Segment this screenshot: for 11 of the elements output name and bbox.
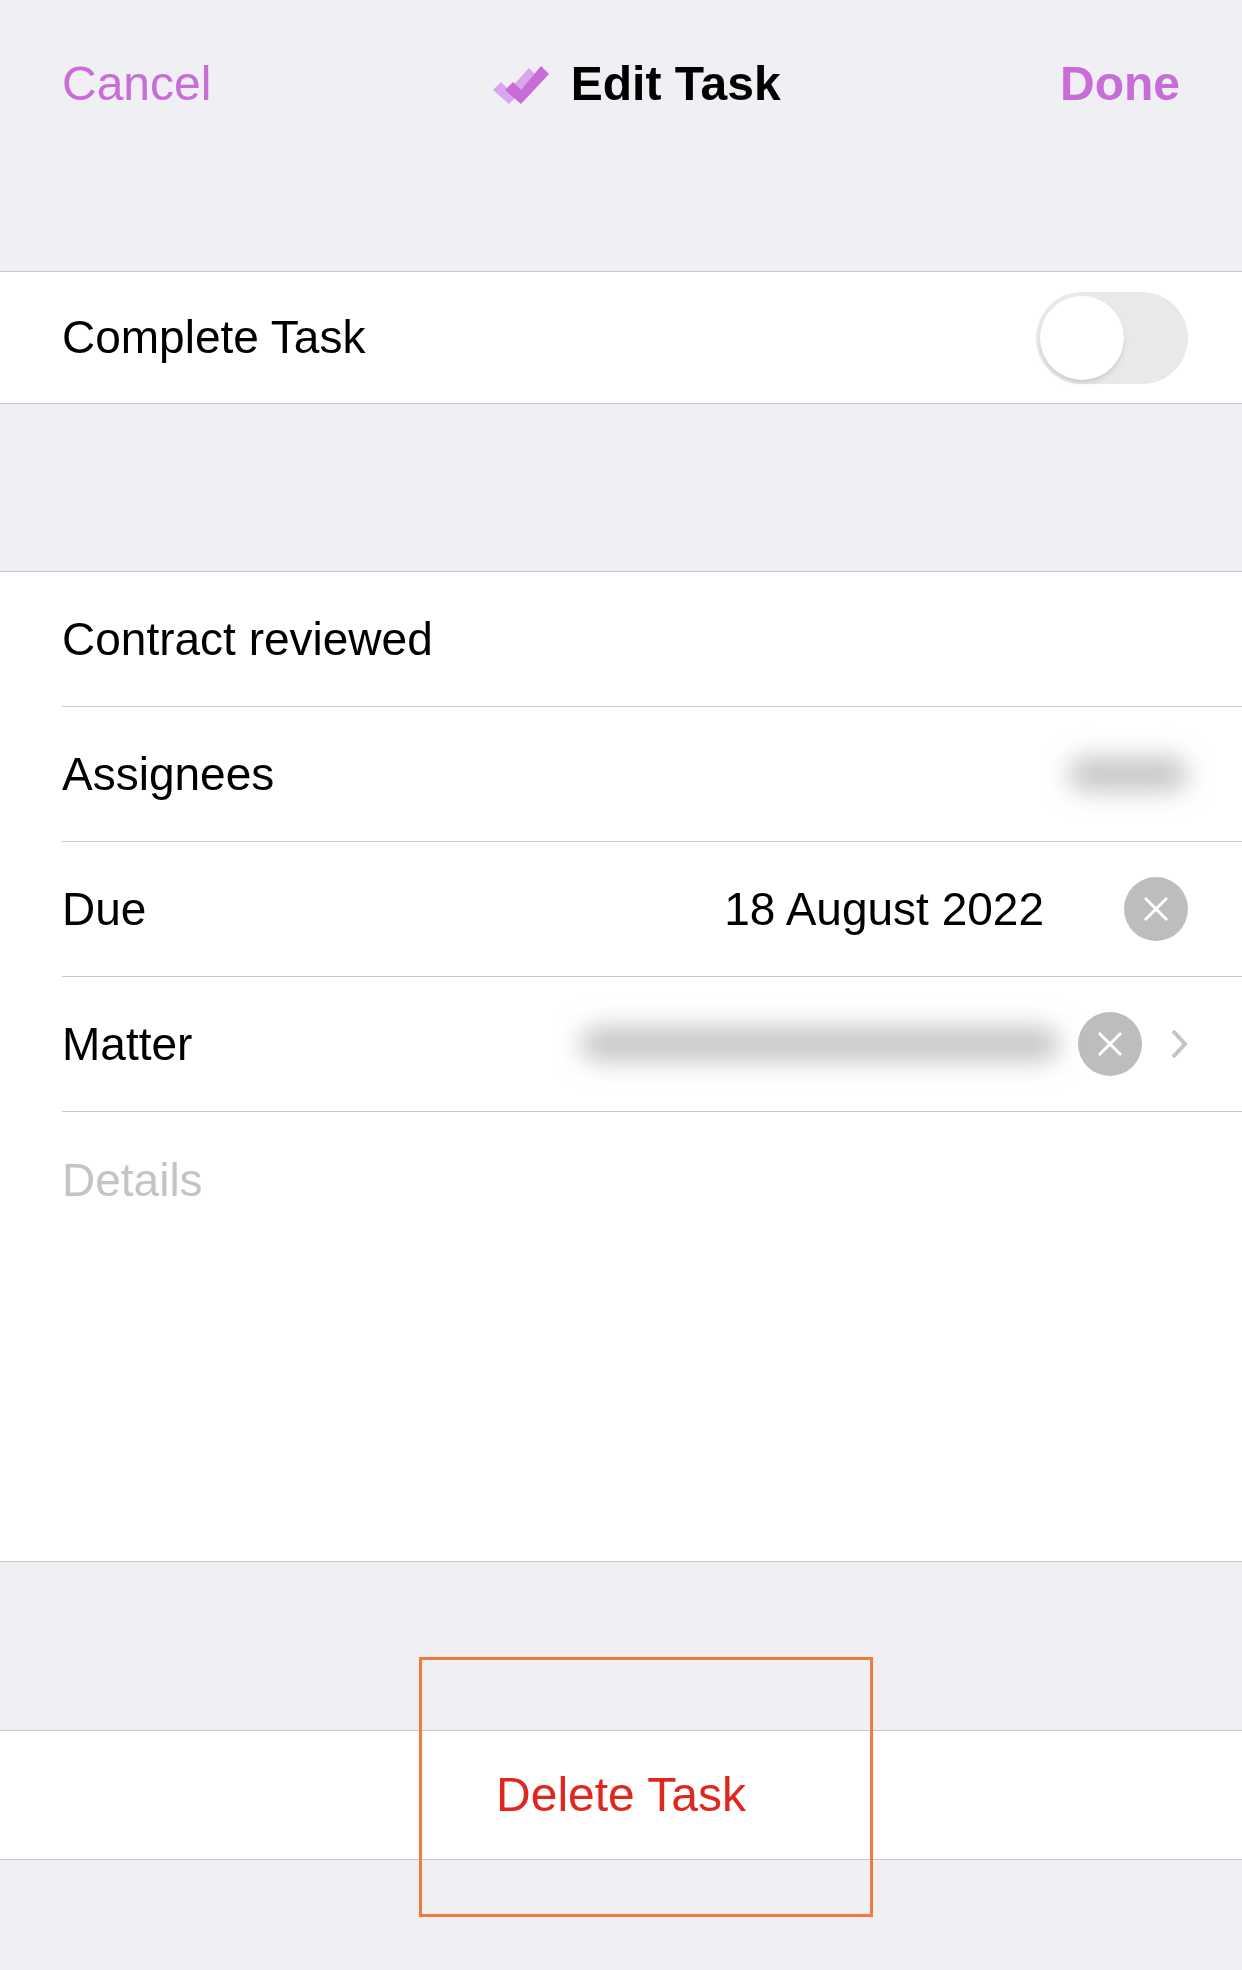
field-value[interactable]: 18 August 2022 [724, 874, 1044, 944]
field-label: Matter [62, 1016, 194, 1072]
done-button[interactable]: Done [1060, 52, 1180, 116]
screen-title: Edit Task [570, 56, 781, 112]
details-field[interactable]: Details [0, 1112, 1242, 1561]
field-label: Due [62, 881, 148, 937]
task-title[interactable]: Contract reviewed [62, 604, 433, 674]
delete-task-button[interactable]: Delete Task [476, 1759, 766, 1831]
cancel-button[interactable]: Cancel [62, 52, 212, 116]
complete-task-label: Complete Task [62, 310, 366, 365]
field-label: Assignees [62, 746, 276, 802]
